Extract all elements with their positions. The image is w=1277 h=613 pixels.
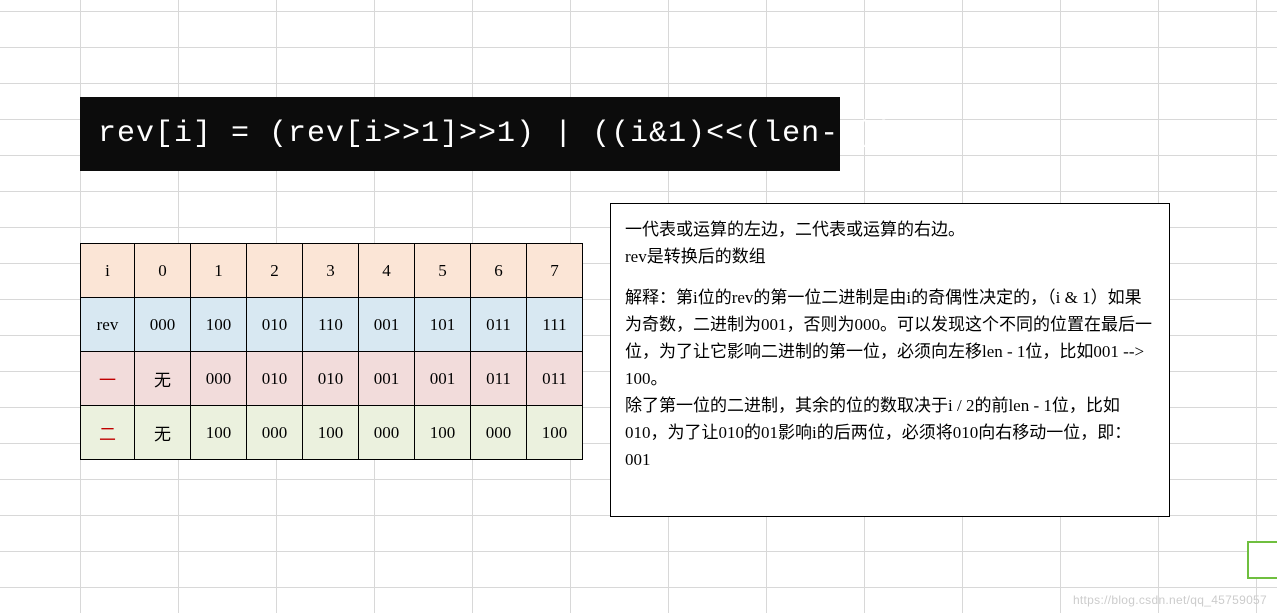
cell: 011	[471, 352, 527, 406]
cell: 0	[135, 244, 191, 298]
rev-table: i 0 1 2 3 4 5 6 7 rev 000 100 010 110 00…	[80, 243, 583, 460]
cell: 010	[247, 298, 303, 352]
cell: 000	[191, 352, 247, 406]
cell: 2	[247, 244, 303, 298]
cell: 100	[191, 406, 247, 460]
row-header-rev: rev	[81, 298, 135, 352]
cell: 000	[247, 406, 303, 460]
cell: 101	[415, 298, 471, 352]
cell: 5	[415, 244, 471, 298]
cell: 000	[135, 298, 191, 352]
cell: 000	[471, 406, 527, 460]
explain-line: 解释：第i位的rev的第一位二进制是由i的奇偶性决定的，（i & 1）如果为奇数…	[625, 284, 1155, 392]
explain-line: rev是转换后的数组	[625, 243, 1155, 270]
cell: 001	[415, 352, 471, 406]
row-header-one: 一	[81, 352, 135, 406]
cell: 010	[247, 352, 303, 406]
cell: 100	[527, 406, 583, 460]
cell: 6	[471, 244, 527, 298]
row-header-two: 二	[81, 406, 135, 460]
cell: 110	[303, 298, 359, 352]
cell: 7	[527, 244, 583, 298]
table-row: 一 无 000 010 010 001 001 011 011	[81, 352, 583, 406]
cell: 100	[415, 406, 471, 460]
table-row: rev 000 100 010 110 001 101 011 111	[81, 298, 583, 352]
explain-line: 除了第一位的二进制，其余的位的数取决于i / 2的前len - 1位，比如010…	[625, 392, 1155, 473]
cell: 100	[303, 406, 359, 460]
watermark: https://blog.csdn.net/qq_45759057	[1073, 593, 1267, 607]
cell: 无	[135, 352, 191, 406]
cell: 011	[471, 298, 527, 352]
explain-line: 一代表或运算的左边，二代表或运算的右边。	[625, 216, 1155, 243]
cell: 000	[359, 406, 415, 460]
row-header-i: i	[81, 244, 135, 298]
cell: 3	[303, 244, 359, 298]
table-row: 二 无 100 000 100 000 100 000 100	[81, 406, 583, 460]
cell: 4	[359, 244, 415, 298]
explanation-box: 一代表或运算的左边，二代表或运算的右边。 rev是转换后的数组 解释：第i位的r…	[610, 203, 1170, 517]
cell: 001	[359, 352, 415, 406]
code-formula: rev[i] = (rev[i>>1]>>1) | ((i&1)<<(len-1…	[80, 97, 840, 171]
cell: 无	[135, 406, 191, 460]
cell: 010	[303, 352, 359, 406]
cell: 011	[527, 352, 583, 406]
selection-rect	[1247, 541, 1277, 579]
cell: 100	[191, 298, 247, 352]
cell: 1	[191, 244, 247, 298]
cell: 111	[527, 298, 583, 352]
table-row: i 0 1 2 3 4 5 6 7	[81, 244, 583, 298]
cell: 001	[359, 298, 415, 352]
